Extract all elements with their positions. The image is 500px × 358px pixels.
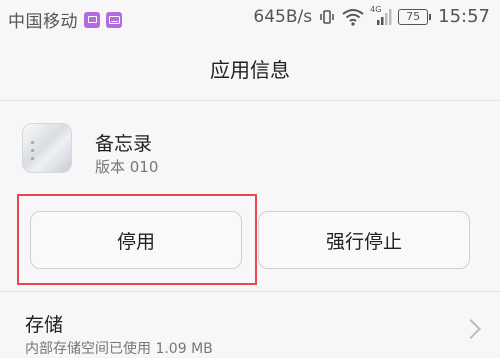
- status-right: 645B/s 4G 75 15:57: [253, 4, 490, 28]
- app-info-section: 备忘录 版本 010 停用 强行停止: [0, 101, 500, 291]
- carrier-label: 中国移动: [8, 12, 78, 32]
- page-title: 应用信息: [210, 58, 290, 82]
- wifi-icon: [342, 8, 364, 26]
- status-left: 中国移动: [8, 7, 122, 32]
- signal-icon: 4G: [370, 4, 392, 26]
- keyboard-icon: [106, 11, 122, 28]
- storage-title: 存储: [25, 314, 64, 336]
- storage-subtitle: 内部存储空间已使用 1.09 MB: [25, 341, 213, 357]
- vibrate-icon: [320, 9, 334, 24]
- app-version: 版本 010: [95, 158, 159, 176]
- status-bar: 中国移动 645B/s 4G 75 15:57: [0, 0, 500, 36]
- title-bar: 应用信息: [0, 36, 500, 101]
- network-type: 4G: [370, 4, 382, 14]
- clock: 15:57: [438, 6, 490, 27]
- notification-icon: [84, 11, 100, 28]
- app-name: 备忘录: [95, 133, 153, 155]
- battery-icon: 75: [398, 8, 432, 25]
- force-stop-button[interactable]: 强行停止: [258, 211, 470, 269]
- memo-app-icon: [22, 123, 72, 173]
- net-speed: 645B/s: [253, 6, 313, 27]
- disable-button[interactable]: 停用: [30, 211, 242, 269]
- chevron-right-icon: [461, 319, 481, 339]
- storage-row[interactable]: 存储 内部存储空间已使用 1.09 MB: [0, 292, 500, 357]
